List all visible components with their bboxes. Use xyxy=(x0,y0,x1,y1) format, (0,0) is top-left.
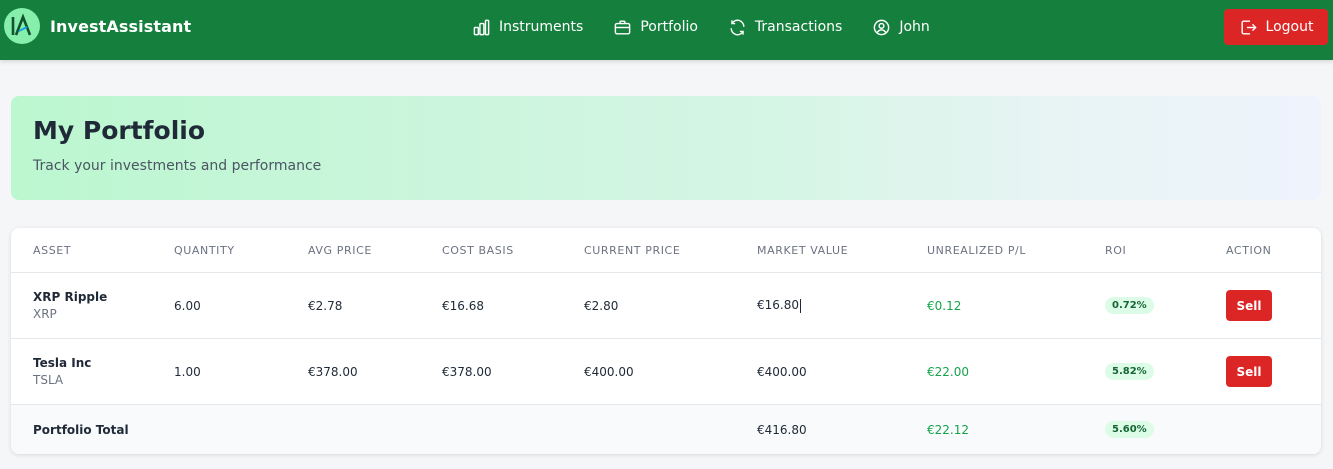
roi-badge: 5.82% xyxy=(1105,363,1154,380)
market-value-cell: €400.00 xyxy=(757,364,807,379)
table-header-row: ASSET QUANTITY AVG PRICE COST BASIS CURR… xyxy=(11,228,1321,273)
asset-symbol: TSLA xyxy=(33,373,64,387)
logout-label: Logout xyxy=(1265,19,1314,35)
cost-basis-cell: €16.68 xyxy=(442,298,484,313)
logout-button[interactable]: Logout xyxy=(1224,9,1328,45)
column-header-roi: ROI xyxy=(1105,243,1127,257)
asset-name: XRP Ripple xyxy=(33,290,108,304)
nav-instruments[interactable]: Instruments xyxy=(472,18,583,37)
column-header-avg-price: AVG PRICE xyxy=(308,243,372,257)
column-header-asset: ASSET xyxy=(33,243,72,257)
asset-symbol: XRP xyxy=(33,307,57,321)
column-header-market-value: MARKET VALUE xyxy=(757,243,849,257)
cost-basis-cell: €378.00 xyxy=(442,364,492,379)
nav-instruments-label: Instruments xyxy=(499,19,584,35)
bar-chart-icon xyxy=(473,19,490,35)
column-header-quantity: QUANTITY xyxy=(174,243,235,257)
total-roi-badge: 5.60% xyxy=(1105,421,1154,438)
unrealized-pl-cell: €0.12 xyxy=(927,298,962,313)
table-row: Tesla Inc TSLA 1.00 €378.00 €378.00 €400… xyxy=(11,339,1321,405)
nav-portfolio[interactable]: Portfolio xyxy=(613,18,698,37)
nav-user-label: John xyxy=(899,19,930,35)
main-nav: Instruments Portfolio Transactions John xyxy=(472,16,960,38)
column-header-cost-basis: COST BASIS xyxy=(442,243,514,257)
avg-price-cell: €378.00 xyxy=(308,364,358,379)
refresh-icon xyxy=(730,19,745,35)
asset-cell: XRP Ripple XRP xyxy=(33,273,107,338)
user-circle-icon xyxy=(873,19,890,35)
nav-user[interactable]: John xyxy=(872,18,930,37)
nav-transactions[interactable]: Transactions xyxy=(728,18,842,37)
unrealized-pl-cell: €22.00 xyxy=(927,364,969,379)
quantity-cell: 6.00 xyxy=(174,298,201,313)
portfolio-total-row: Portfolio Total €416.80 €22.12 5.60% xyxy=(11,405,1321,454)
avg-price-cell: €2.78 xyxy=(308,298,343,313)
action-cell: Sell xyxy=(1226,273,1272,338)
top-navbar: InvestAssistant Instruments Portfolio Tr… xyxy=(0,0,1333,60)
asset-name: Tesla Inc xyxy=(33,356,92,370)
action-cell: Sell xyxy=(1226,339,1272,404)
asset-cell: Tesla Inc TSLA xyxy=(33,339,91,404)
brand-name: InvestAssistant xyxy=(50,16,192,36)
column-header-unrealized-pl: UNREALIZED P/L xyxy=(927,243,1027,257)
page-title: My Portfolio xyxy=(33,116,206,145)
current-price-cell: €2.80 xyxy=(584,298,619,313)
current-price-cell: €400.00 xyxy=(584,364,634,379)
brand[interactable]: InvestAssistant xyxy=(4,8,191,44)
quantity-cell: 1.00 xyxy=(174,364,201,379)
portfolio-table: ASSET QUANTITY AVG PRICE COST BASIS CURR… xyxy=(11,228,1321,454)
sell-button[interactable]: Sell xyxy=(1226,356,1272,387)
nav-transactions-label: Transactions xyxy=(754,19,843,35)
briefcase-icon xyxy=(614,19,631,35)
brand-logo-icon xyxy=(4,8,40,44)
nav-portfolio-label: Portfolio xyxy=(640,19,698,35)
roi-badge: 0.72% xyxy=(1105,297,1154,314)
market-value-text: €16.80 xyxy=(757,298,799,313)
text-cursor xyxy=(800,298,801,313)
logout-icon xyxy=(1240,19,1257,35)
table-row: XRP Ripple XRP 6.00 €2.78 €16.68 €2.80 €… xyxy=(11,273,1321,339)
portfolio-hero: My Portfolio Track your investments and … xyxy=(11,96,1321,200)
page-subtitle: Track your investments and performance xyxy=(33,158,322,174)
market-value-cell: €16.80 xyxy=(757,273,801,338)
column-header-current-price: CURRENT PRICE xyxy=(584,243,681,257)
column-header-action: ACTION xyxy=(1226,243,1272,257)
total-unrealized-pl: €22.12 xyxy=(927,422,969,437)
total-market-value: €416.80 xyxy=(757,422,807,437)
total-label: Portfolio Total xyxy=(33,422,129,437)
sell-button[interactable]: Sell xyxy=(1226,290,1272,321)
total-roi-cell: 5.60% xyxy=(1105,405,1154,454)
roi-cell: 0.72% xyxy=(1105,273,1154,338)
roi-cell: 5.82% xyxy=(1105,339,1154,404)
